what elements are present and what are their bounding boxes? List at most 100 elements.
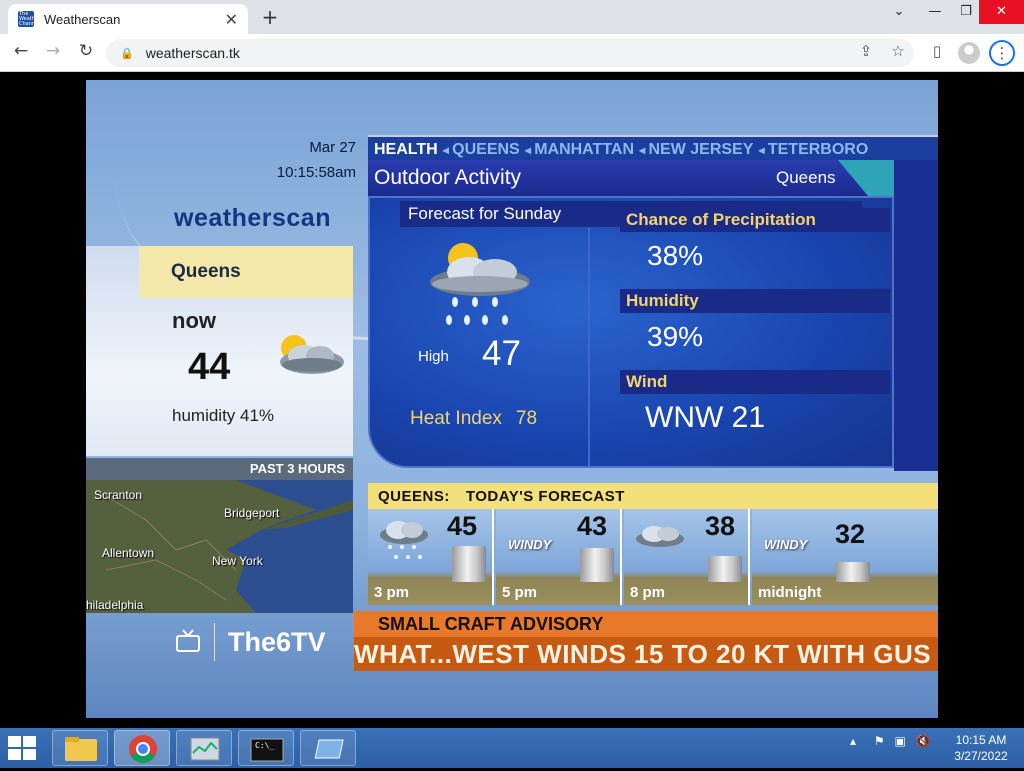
new-tab-button[interactable]: + <box>258 5 282 29</box>
weatherscan-screen: Mar 27 10:15:58am weatherscan Queens now… <box>86 80 938 718</box>
forward-arrow-icon[interactable]: → <box>41 41 65 65</box>
ticker-location: MANHATTAN <box>534 141 635 158</box>
wind-label: Wind <box>620 370 890 394</box>
temperature-bar <box>836 562 870 582</box>
volume-muted-icon[interactable]: 🔇 <box>916 734 931 748</box>
address-url: weatherscan.tk <box>145 45 240 61</box>
weather-channel-favicon-icon: The Weather Channel <box>18 11 34 27</box>
outdoor-activity-body: Forecast for Sunday High 47 Heat Index 7… <box>368 196 894 468</box>
forecast-title: TODAY'S FORECAST <box>465 488 625 505</box>
file-explorer-icon[interactable] <box>52 730 108 766</box>
forecast-city: QUEENS: <box>378 488 450 505</box>
period-time: 3 pm <box>374 584 410 601</box>
windy-icon: WINDY <box>764 537 808 552</box>
column-divider <box>588 228 590 466</box>
taskbar-clock[interactable]: 10:15 AM 3/27/2022 <box>950 732 1012 764</box>
temperature-bar <box>708 556 742 582</box>
chrome-icon[interactable] <box>114 730 170 766</box>
page-viewport: Mar 27 10:15:58am weatherscan Queens now… <box>0 72 1024 728</box>
partly-cloudy-icon <box>280 335 344 374</box>
cloud-icon <box>636 526 684 547</box>
tab-close-button[interactable]: ✕ <box>225 10 238 29</box>
windows-taskbar: C:\_ ▴ ⚑ ▣ 🔇 10:15 AM 3/27/2022 <box>0 728 1024 768</box>
radar-header: PAST 3 HOURS <box>86 458 353 480</box>
radar-label-allentown: Allentown <box>102 546 155 560</box>
browser-tab-bar: The Weather Channel Weatherscan ✕ + ⌄ — … <box>0 0 1024 34</box>
date-display: Mar 27 <box>309 139 356 156</box>
temperature-bar <box>452 546 486 582</box>
humidity-value: 39% <box>647 321 704 352</box>
tab-title: Weatherscan <box>44 11 121 27</box>
period-time: 8 pm <box>630 584 666 601</box>
current-conditions-panel: Queens now 44 humidity 41% <box>86 246 353 456</box>
wind-value: WNW 21 <box>645 401 765 434</box>
radar-panel: PAST 3 HOURS Scranton Bridgeport Allento… <box>86 458 353 613</box>
period-temp: 45 <box>446 511 478 541</box>
heat-index-label: Heat Index <box>410 408 502 429</box>
side-panel-icon[interactable]: ▯ <box>926 42 948 64</box>
period-time: midnight <box>758 584 822 601</box>
panel-right-edge <box>894 160 938 471</box>
share-icon[interactable]: ⇪ <box>855 42 877 64</box>
command-prompt-icon[interactable]: C:\_ <box>238 730 294 766</box>
current-humidity: humidity 41% <box>172 406 275 425</box>
ticker-location: NEW JERSEY <box>648 141 754 158</box>
lock-icon: 🔒 <box>120 46 134 60</box>
window-close-button[interactable]: ✕ <box>979 0 1024 24</box>
browser-menu-icon[interactable]: ⋮ <box>989 40 1015 66</box>
radar-label-philadelphia: hiladelphia <box>86 598 144 612</box>
back-arrow-icon[interactable]: ← <box>9 41 33 65</box>
period-temp: 32 <box>834 519 866 549</box>
outdoor-activity-header: Outdoor Activity Queens <box>368 160 938 196</box>
channel-name: The6TV <box>228 627 326 657</box>
location-ticker: HEALTH ◂ QUEENS ◂ MANHATTAN ◂ NEW JERSEY… <box>368 135 938 160</box>
ticker-location: TETERBORO <box>767 141 869 158</box>
temperature-bar <box>580 548 614 582</box>
period-time: 5 pm <box>502 584 538 601</box>
todays-forecast-panel: QUEENS: TODAY'S FORECAST 45 3 pm WINDY 43… <box>368 483 938 605</box>
branding-divider <box>214 623 215 661</box>
current-temperature: 44 <box>188 346 231 388</box>
channel-branding: The6TV <box>86 615 353 671</box>
weatherscan-logo: weatherscan <box>174 204 331 232</box>
clock-date: 3/27/2022 <box>954 749 1008 763</box>
advisory-header: SMALL CRAFT ADVISORY <box>354 611 938 637</box>
forecast-period-midnight: WINDY 32 midnight <box>752 509 938 605</box>
bookmark-star-icon[interactable]: ☆ <box>887 42 909 64</box>
period-temp: 38 <box>704 511 736 541</box>
heat-index-value: 78 <box>515 408 538 429</box>
current-label: now <box>172 308 216 333</box>
app-window-icon[interactable] <box>300 730 356 766</box>
ticker-arrow-icon: ◂ <box>758 143 768 157</box>
profile-avatar-icon[interactable]: ● <box>958 42 980 64</box>
todays-forecast-header: QUEENS: TODAY'S FORECAST <box>368 483 938 509</box>
system-tray: ▴ ⚑ ▣ 🔇 <box>850 734 931 748</box>
address-bar[interactable]: 🔒 weatherscan.tk <box>106 39 914 67</box>
network-icon[interactable]: ▣ <box>894 734 905 748</box>
task-manager-icon[interactable] <box>176 730 232 766</box>
browser-toolbar: ← → ↻ 🔒 weatherscan.tk ⇪ ☆ ▯ ● ⋮ <box>0 34 1024 72</box>
reload-icon[interactable]: ↻ <box>74 41 98 65</box>
radar-label-bridgeport: Bridgeport <box>224 506 280 520</box>
teal-accent <box>838 160 894 196</box>
ticker-arrow-icon: ◂ <box>524 143 535 157</box>
action-center-icon[interactable]: ⚑ <box>874 734 885 748</box>
outdoor-activity-city: Queens <box>776 168 836 187</box>
browser-tab[interactable]: The Weather Channel Weatherscan ✕ <box>8 4 248 34</box>
windows-start-icon[interactable] <box>8 736 36 760</box>
clock-time: 10:15 AM <box>955 733 1007 747</box>
forecast-period-8pm: 38 8 pm <box>624 509 750 605</box>
forecast-period-5pm: WINDY 43 5 pm <box>496 509 622 605</box>
high-value: 47 <box>482 334 521 373</box>
time-display: 10:15:58am <box>276 164 356 181</box>
precipitation-label: Chance of Precipitation <box>620 208 890 232</box>
period-temp: 43 <box>576 511 608 541</box>
high-label: High <box>418 348 449 365</box>
ticker-location: QUEENS <box>452 141 520 158</box>
ticker-current: HEALTH <box>374 141 438 158</box>
tray-chevron-icon[interactable]: ▴ <box>850 734 856 748</box>
cmd-text: C:\_ <box>255 741 275 750</box>
advisory-crawl: WHAT...WEST WINDS 15 TO 20 KT WITH GUS <box>354 637 938 671</box>
radar-label-new-york: New York <box>212 554 263 568</box>
outdoor-activity-panel: HEALTH ◂ QUEENS ◂ MANHATTAN ◂ NEW JERSEY… <box>368 135 938 471</box>
